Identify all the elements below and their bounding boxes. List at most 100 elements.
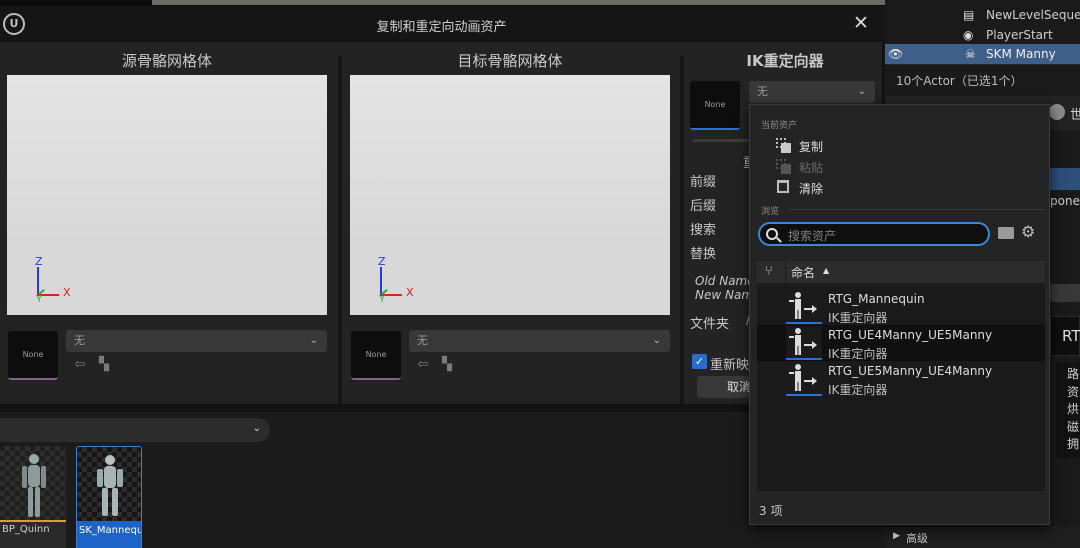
character-icon — [22, 454, 46, 517]
asset-list: ⑂ 命名 ▲ RTG_Mannequin IK重定向器 RTG_UE4Manny… — [757, 261, 1045, 491]
source-mesh-header: 源骨骼网格体 — [121, 52, 212, 70]
outliner-row-selected[interactable]: 👁 ☠ SKM Manny — [885, 44, 1080, 64]
asset-tile-label: BP_Quinn — [2, 524, 50, 535]
gear-icon[interactable]: ⚙ — [1021, 222, 1035, 241]
asset-tile-bp-quinn[interactable]: BP_Quinn — [0, 446, 66, 548]
source-mesh-thumbnail[interactable]: None — [8, 331, 58, 380]
axis-z-label: Z — [35, 255, 43, 268]
asset-search-box[interactable]: 搜索资产 — [758, 222, 990, 246]
ik-retargeter-icon — [786, 290, 822, 324]
item-count: 3 项 — [759, 504, 783, 518]
source-viewport[interactable]: Z X Y — [7, 75, 327, 315]
browse-folder-icon[interactable]: ▚ — [439, 357, 455, 373]
target-mesh-thumbnail[interactable]: None — [351, 331, 401, 380]
cancel-label: 取消 — [727, 380, 752, 394]
prefix-label: 前缀 — [690, 175, 717, 190]
globe-icon — [1049, 104, 1065, 120]
outliner-row[interactable]: ▤ NewLevelSeque — [963, 5, 1080, 25]
character-icon — [97, 455, 123, 516]
target-mesh-value: 无 — [417, 334, 428, 347]
outliner-row[interactable]: ◉ PlayerStart — [963, 25, 1080, 45]
retargeter-thumbnail[interactable]: None — [690, 81, 740, 130]
outliner-item-label: NewLevelSeque — [986, 8, 1080, 22]
current-asset-section: 当前资产 — [761, 121, 798, 131]
clear-menu-item[interactable]: 清除 — [799, 180, 823, 197]
asset-picker-popup: 当前资产 复制 粘贴 清除 浏览 搜索资产 ⚙ ⑂ 命名 ▲ RTG_Manne… — [749, 104, 1050, 525]
outliner-item-label: PlayerStart — [986, 28, 1053, 42]
target-mesh-combo[interactable]: 无 ⌄ — [409, 330, 670, 352]
rt-box: RT — [1050, 316, 1080, 356]
outliner-item-label: SKM Manny — [986, 47, 1056, 61]
asset-list-header: ⑂ 命名 ▲ — [757, 261, 1045, 283]
asset-list-item[interactable]: RTG_Mannequin IK重定向器 — [757, 289, 1045, 325]
source-mesh-combo[interactable]: 无 ⌄ — [66, 330, 327, 352]
paste-icon — [776, 159, 792, 175]
actor-count: 10个Actor（已选1个） — [896, 74, 1023, 88]
use-selected-icon[interactable]: ⇦ — [72, 357, 88, 373]
axis-x-label: X — [406, 286, 414, 299]
filter-combo[interactable]: ⌄ — [0, 418, 270, 442]
asset-type: IK重定向器 — [828, 347, 888, 361]
close-icon[interactable]: ✕ — [850, 12, 872, 34]
search-input[interactable]: 搜索资产 — [788, 227, 836, 244]
axis-gizmo: Z X Y — [378, 255, 426, 305]
asset-name: RTG_Mannequin — [828, 292, 925, 306]
replace-label: 替换 — [690, 247, 717, 262]
remap-checkbox[interactable]: ✓ — [692, 354, 707, 369]
clapper-icon: ▤ — [963, 8, 975, 22]
skeleton-icon: ☠ — [965, 47, 976, 61]
panel-divider — [680, 56, 684, 404]
source-mesh-value: 无 — [74, 334, 85, 347]
chevron-down-icon: ⌄ — [652, 335, 661, 346]
panel-divider — [338, 56, 342, 404]
stack-labels: 路资烘磁拥 — [1067, 367, 1080, 451]
sort-ascending-icon: ▲ — [823, 266, 830, 275]
use-selected-icon[interactable]: ⇦ — [415, 357, 431, 373]
target-viewport[interactable]: Z X Y — [350, 75, 670, 315]
branch-icon[interactable]: ⑂ — [765, 264, 773, 279]
chevron-down-icon: ⌄ — [309, 335, 318, 346]
component-label: ponen — [1050, 194, 1080, 208]
browse-folder-icon[interactable]: ▚ — [96, 357, 112, 373]
column-header-name[interactable]: 命名 — [791, 264, 815, 281]
copy-icon — [776, 138, 792, 154]
expand-arrow-icon[interactable]: ▶ — [893, 531, 900, 541]
target-mesh-header: 目标骨骼网格体 — [457, 52, 563, 70]
asset-list-item[interactable]: RTG_UE4Manny_UE5Manny IK重定向器 — [757, 325, 1045, 361]
paste-menu-item[interactable]: 粘贴 — [799, 159, 823, 176]
folder-icon[interactable] — [998, 227, 1014, 239]
dialog-titlebar: U 复制和重定向动画资产 ✕ — [0, 6, 883, 42]
remap-label: 重新映 — [710, 358, 750, 373]
advanced-section-label[interactable]: 高级 — [906, 530, 928, 546]
copy-menu-item[interactable]: 复制 — [799, 138, 823, 155]
retargeter-combo[interactable]: 无 ⌄ — [749, 81, 875, 103]
axis-x-label: X — [63, 286, 71, 299]
ik-retargeter-icon — [786, 326, 822, 360]
eye-icon: 👁 — [888, 47, 904, 61]
asset-type: IK重定向器 — [828, 311, 888, 325]
asset-tile-sk-mannequin[interactable]: SK_Mannequin — [76, 446, 142, 548]
browse-section: 浏览 — [761, 207, 780, 217]
cancel-button[interactable]: 取消 — [697, 376, 753, 398]
chevron-down-icon: ⌄ — [857, 86, 866, 97]
ik-retargeter-icon — [786, 362, 822, 396]
folder-label: 文件夹 — [690, 317, 730, 332]
axis-y-label: Y — [36, 294, 43, 305]
old-name-label: Old Name — [695, 274, 755, 288]
asset-type: IK重定向器 — [828, 383, 888, 397]
asset-tile-label: SK_Mannequin — [79, 525, 141, 536]
chevron-down-icon: ⌄ — [252, 423, 261, 434]
search-label: 搜索 — [690, 223, 717, 238]
world-label: 世 — [1070, 108, 1080, 123]
trash-icon — [777, 180, 789, 193]
axis-y-label: Y — [379, 294, 386, 305]
retargeter-value: 无 — [757, 85, 768, 98]
axis-z-label: Z — [378, 255, 386, 268]
suffix-label: 后缀 — [690, 199, 717, 214]
section-divider — [693, 139, 753, 142]
asset-name: RTG_UE5Manny_UE4Manny — [828, 364, 993, 378]
rt-label: RT — [1062, 327, 1080, 345]
asset-list-item[interactable]: RTG_UE5Manny_UE4Manny IK重定向器 — [757, 361, 1045, 397]
asset-name: RTG_UE4Manny_UE5Manny — [828, 328, 993, 342]
gamepad-icon: ◉ — [963, 28, 974, 42]
